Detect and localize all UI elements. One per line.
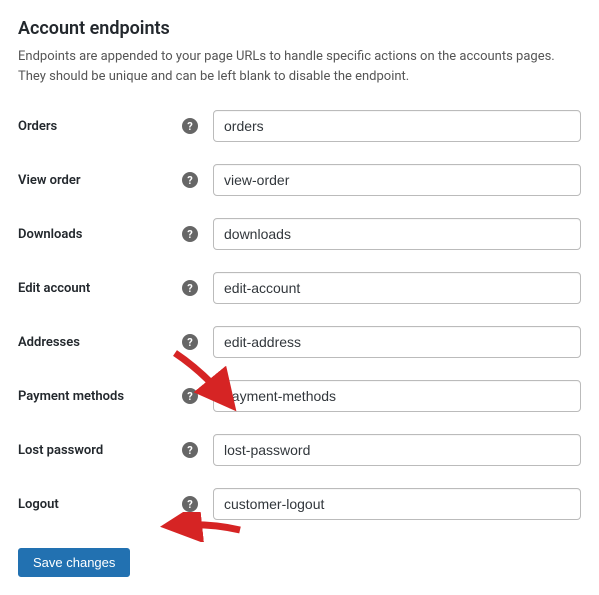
label-lost-password: Lost password (18, 443, 103, 458)
row-orders: Orders ? (18, 110, 581, 142)
help-icon[interactable]: ? (182, 172, 198, 188)
label-addresses: Addresses (18, 335, 80, 350)
help-icon[interactable]: ? (182, 388, 198, 404)
section-title: Account endpoints (18, 18, 581, 39)
label-payment-methods: Payment methods (18, 389, 124, 404)
save-button[interactable]: Save changes (18, 548, 130, 577)
help-icon[interactable]: ? (182, 496, 198, 512)
row-lost-password: Lost password ? (18, 434, 581, 466)
input-downloads[interactable] (213, 218, 581, 250)
row-logout: Logout ? (18, 488, 581, 520)
label-edit-account: Edit account (18, 281, 90, 296)
input-logout[interactable] (213, 488, 581, 520)
row-edit-account: Edit account ? (18, 272, 581, 304)
row-downloads: Downloads ? (18, 218, 581, 250)
row-payment-methods: Payment methods ? (18, 380, 581, 412)
input-payment-methods[interactable] (213, 380, 581, 412)
label-downloads: Downloads (18, 227, 82, 242)
section-description: Endpoints are appended to your page URLs… (18, 47, 578, 86)
row-view-order: View order ? (18, 164, 581, 196)
input-addresses[interactable] (213, 326, 581, 358)
input-edit-account[interactable] (213, 272, 581, 304)
help-icon[interactable]: ? (182, 280, 198, 296)
input-orders[interactable] (213, 110, 581, 142)
label-logout: Logout (18, 497, 59, 512)
help-icon[interactable]: ? (182, 442, 198, 458)
help-icon[interactable]: ? (182, 118, 198, 134)
help-icon[interactable]: ? (182, 226, 198, 242)
help-icon[interactable]: ? (182, 334, 198, 350)
input-view-order[interactable] (213, 164, 581, 196)
label-view-order: View order (18, 173, 81, 188)
input-lost-password[interactable] (213, 434, 581, 466)
row-addresses: Addresses ? (18, 326, 581, 358)
label-orders: Orders (18, 119, 57, 134)
